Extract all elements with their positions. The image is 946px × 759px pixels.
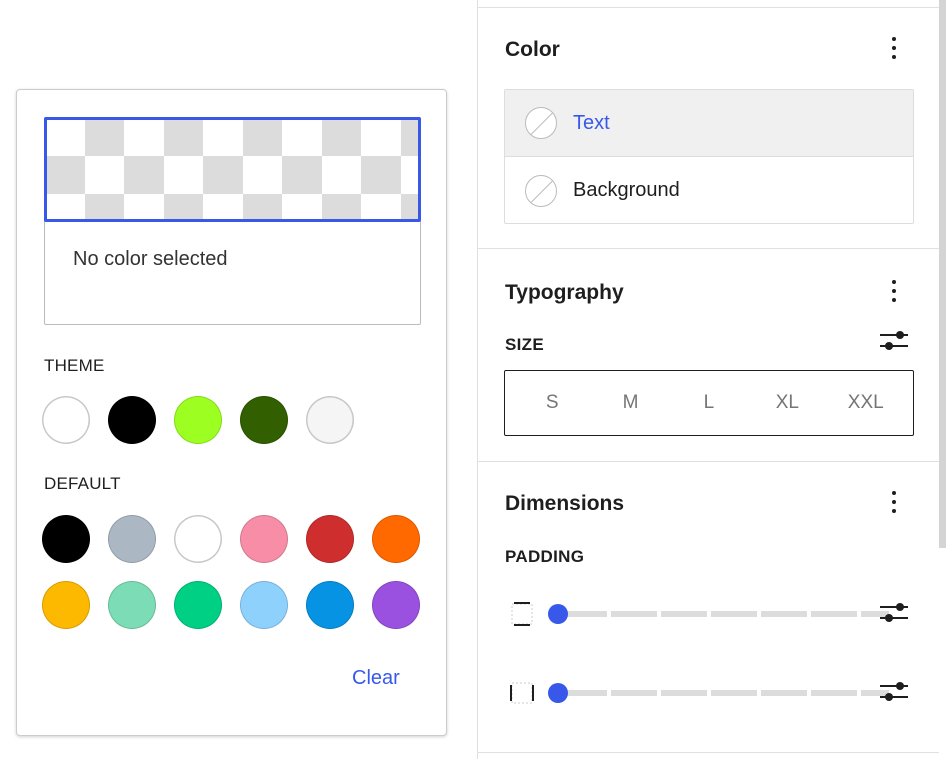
color-panel-title: Color	[505, 38, 560, 61]
custom-padding-settings-icon[interactable]	[880, 680, 908, 704]
theme-color-swatch[interactable]	[42, 396, 90, 444]
custom-size-settings-icon[interactable]	[880, 329, 908, 353]
default-color-swatch[interactable]	[108, 515, 156, 563]
divider	[478, 752, 939, 753]
size-option-xl[interactable]: XL	[757, 392, 817, 414]
typography-panel-title: Typography	[505, 281, 624, 304]
color-item-background[interactable]: Background	[505, 157, 913, 224]
size-option-m[interactable]: M	[601, 392, 661, 414]
horizontal-sides-icon	[510, 682, 534, 704]
dimensions-panel-title: Dimensions	[505, 492, 625, 515]
color-item-label: Background	[573, 179, 680, 201]
theme-label: THEME	[44, 356, 105, 375]
default-color-swatch[interactable]	[372, 515, 420, 563]
default-color-swatch[interactable]	[240, 515, 288, 563]
vertical-sides-icon	[511, 602, 533, 626]
typography-options-menu-icon[interactable]	[882, 277, 906, 305]
no-color-selected-text: No color selected	[73, 248, 228, 270]
padding-horizontal-slider[interactable]	[555, 690, 891, 696]
divider	[478, 248, 939, 249]
default-color-swatch[interactable]	[174, 515, 222, 563]
font-size-picker: S M L XL XXL	[504, 370, 914, 436]
default-color-swatch[interactable]	[240, 581, 288, 629]
transparent-swatch-preview[interactable]	[44, 117, 421, 222]
size-label: SIZE	[505, 335, 544, 354]
default-color-swatch[interactable]	[42, 515, 90, 563]
color-item-label: Text	[573, 111, 610, 134]
padding-vertical-slider[interactable]	[555, 611, 891, 617]
size-option-xxl[interactable]: XXL	[836, 392, 896, 414]
default-color-swatch[interactable]	[42, 581, 90, 629]
default-color-swatch[interactable]	[306, 581, 354, 629]
dimensions-options-menu-icon[interactable]	[882, 488, 906, 516]
default-color-swatch[interactable]	[306, 515, 354, 563]
color-options-menu-icon[interactable]	[882, 34, 906, 62]
slider-thumb[interactable]	[548, 683, 568, 703]
slider-thumb[interactable]	[548, 604, 568, 624]
color-list: Text Background	[504, 89, 914, 224]
theme-color-swatch[interactable]	[174, 396, 222, 444]
sidebar-scrollbar[interactable]	[939, 0, 946, 548]
size-option-s[interactable]: S	[522, 392, 582, 414]
padding-vertical-row	[508, 598, 918, 628]
padding-horizontal-row	[508, 677, 918, 707]
theme-color-swatch[interactable]	[240, 396, 288, 444]
checkerboard-pattern	[47, 120, 418, 219]
no-color-icon	[525, 174, 557, 207]
divider	[478, 7, 939, 8]
default-color-swatch[interactable]	[108, 581, 156, 629]
default-label: DEFAULT	[44, 474, 121, 493]
size-option-l[interactable]: L	[679, 392, 739, 414]
color-preview-card: No color selected	[44, 117, 421, 325]
color-picker-popover: No color selected THEME DEFAULT Clear	[16, 89, 447, 736]
theme-color-swatch[interactable]	[108, 396, 156, 444]
padding-label: PADDING	[505, 547, 585, 566]
default-color-swatch[interactable]	[372, 581, 420, 629]
custom-padding-settings-icon[interactable]	[880, 601, 908, 625]
settings-sidebar: Color Text Background Typography SIZE S …	[477, 0, 946, 759]
no-color-icon	[525, 107, 557, 139]
default-color-swatch[interactable]	[174, 581, 222, 629]
divider	[478, 461, 939, 462]
clear-button[interactable]: Clear	[352, 667, 400, 690]
color-item-text[interactable]: Text	[505, 90, 913, 157]
theme-color-swatch[interactable]	[306, 396, 354, 444]
